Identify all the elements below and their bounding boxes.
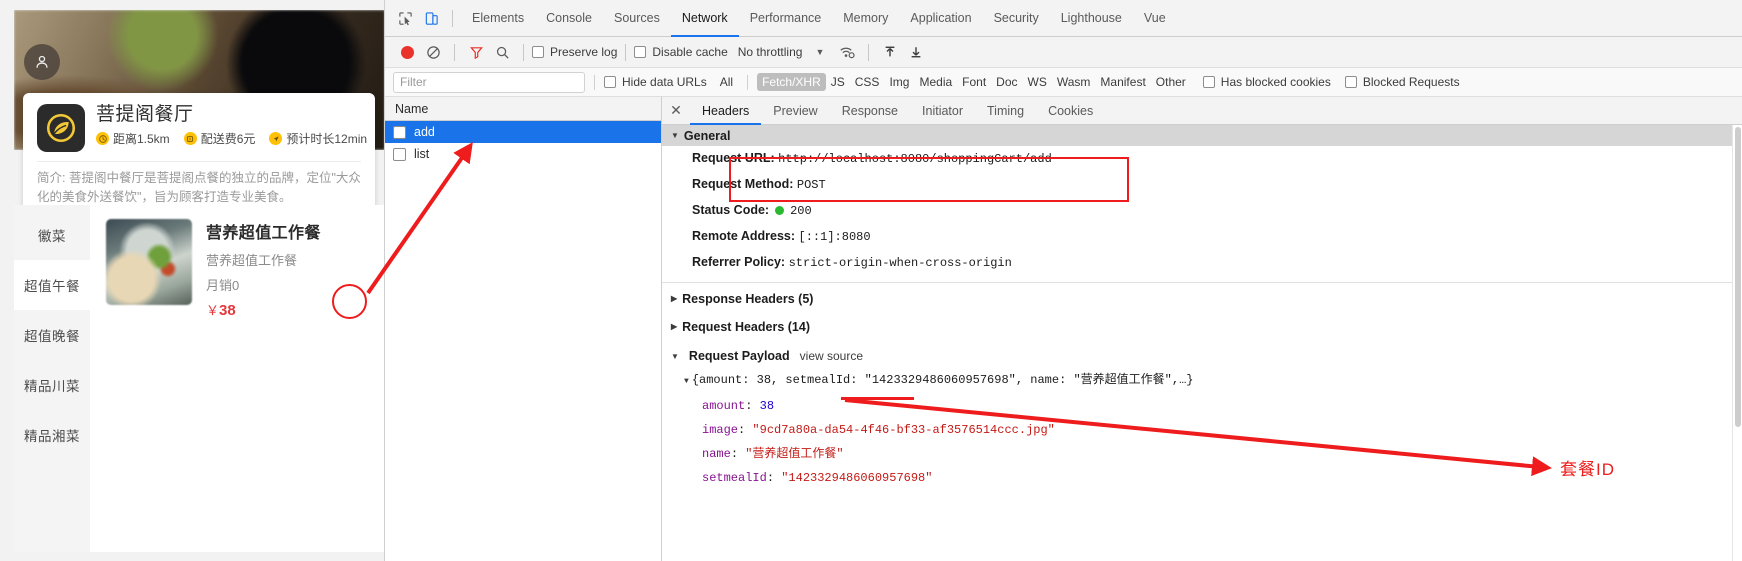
screenshot-root: 菩提阁餐厅 距离1.5km 配送费6元 预计时长12min 简介: 菩提阁中餐厅… bbox=[0, 0, 1742, 561]
annotation-arrow-setmeal-id bbox=[844, 398, 1552, 477]
annotation-overlay bbox=[366, 142, 1552, 477]
annotation-arrow-add-request bbox=[366, 142, 473, 295]
